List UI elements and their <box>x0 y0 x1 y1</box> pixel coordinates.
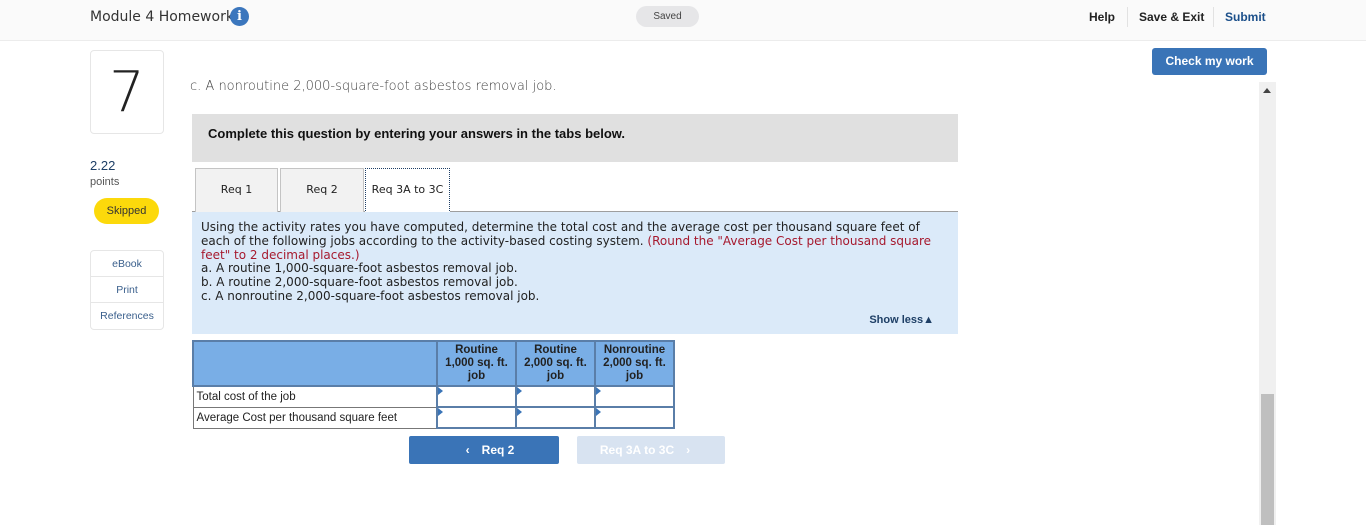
cell-flag-icon <box>517 408 522 416</box>
table-header-blank <box>192 340 438 387</box>
save-exit-link[interactable]: Save & Exit <box>1139 10 1204 24</box>
tab-req-1[interactable]: Req 1 <box>195 168 278 212</box>
answer-cell[interactable] <box>515 385 596 408</box>
print-link[interactable]: Print <box>91 277 163 303</box>
divider <box>1213 7 1214 27</box>
question-number: 7 <box>90 50 164 134</box>
answer-cell[interactable] <box>436 385 517 408</box>
module-title: Module 4 Homework <box>90 9 234 25</box>
cell-flag-icon <box>438 387 443 395</box>
column-header: Routine 2,000 sq. ft. job <box>515 340 596 387</box>
cell-flag-icon <box>596 408 601 416</box>
show-less-link[interactable]: Show less▲ <box>869 314 934 326</box>
answer-table: Routine 1,000 sq. ft. job Routine 2,000 sq.… <box>192 340 675 429</box>
help-link[interactable]: Help <box>1089 10 1115 24</box>
show-less-label: Show less <box>869 314 924 326</box>
avg-cost-nonroutine-2000-input[interactable] <box>596 408 673 427</box>
requirement-panel: Using the activity rates you have comput… <box>192 212 958 334</box>
answer-cell[interactable] <box>594 385 675 408</box>
cell-flag-icon <box>438 408 443 416</box>
prev-req-button[interactable]: ‹ Req 2 <box>409 436 559 464</box>
avg-cost-routine-2000-input[interactable] <box>517 408 594 427</box>
cell-flag-icon <box>517 387 522 395</box>
instruction-text: Complete this question by entering your … <box>208 126 626 141</box>
check-my-work-button[interactable]: Check my work <box>1152 48 1267 75</box>
saved-status: Saved <box>636 6 699 27</box>
top-bar: Module 4 Homework i Saved Help Save & Ex… <box>0 0 1366 41</box>
references-link[interactable]: References <box>91 303 163 329</box>
next-req-button[interactable]: Req 3A to 3C › <box>577 436 725 464</box>
cell-flag-icon <box>596 387 601 395</box>
total-cost-nonroutine-2000-input[interactable] <box>596 387 673 406</box>
requirement-item-a: a. A routine 1,000-square-foot asbestos … <box>201 261 518 276</box>
requirement-tabs: Req 1 Req 2 Req 3A to 3C <box>192 168 958 213</box>
scrollbar-thumb[interactable] <box>1261 394 1274 525</box>
answer-cell[interactable] <box>515 406 596 429</box>
requirement-text: Using the activity rates you have comput… <box>201 220 951 304</box>
question-text: c. A nonroutine 2,000-square-foot asbest… <box>190 79 557 94</box>
column-header: Nonroutine 2,000 sq. ft. job <box>594 340 675 387</box>
row-label: Average Cost per thousand square feet <box>192 406 438 429</box>
instruction-band: Complete this question by entering your … <box>192 114 958 162</box>
info-icon[interactable]: i <box>230 7 249 26</box>
requirement-item-b: b. A routine 2,000-square-foot asbestos … <box>201 275 518 290</box>
scrollbar[interactable] <box>1259 82 1276 525</box>
submit-link[interactable]: Submit <box>1225 10 1266 24</box>
scroll-up-arrow-icon[interactable] <box>1263 88 1271 93</box>
ebook-link[interactable]: eBook <box>91 251 163 277</box>
total-cost-routine-2000-input[interactable] <box>517 387 594 406</box>
next-req-label: Req 3A to 3C <box>599 443 675 457</box>
answer-cell[interactable] <box>594 406 675 429</box>
row-label: Total cost of the job <box>192 385 438 408</box>
requirement-item-c: c. A nonroutine 2,000-square-foot asbest… <box>201 288 540 303</box>
table-row: Average Cost per thousand square feet <box>192 406 675 429</box>
answer-cell[interactable] <box>436 406 517 429</box>
triangle-up-icon: ▲ <box>923 314 934 326</box>
points-label: points <box>90 176 120 188</box>
column-header: Routine 1,000 sq. ft. job <box>436 340 517 387</box>
total-cost-routine-1000-input[interactable] <box>438 387 515 406</box>
chevron-left-icon: ‹ <box>465 443 470 457</box>
avg-cost-routine-1000-input[interactable] <box>438 408 515 427</box>
chevron-right-icon: › <box>686 443 691 457</box>
points-value: 2.22 <box>90 158 116 173</box>
status-badge: Skipped <box>94 198 159 224</box>
prev-req-label: Req 2 <box>481 443 515 457</box>
resource-links: eBook Print References <box>90 250 164 330</box>
tab-req-2[interactable]: Req 2 <box>280 168 364 212</box>
table-header-row: Routine 1,000 sq. ft. job Routine 2,000 sq.… <box>192 340 675 387</box>
tab-req-3a-to-3c[interactable]: Req 3A to 3C <box>365 168 450 213</box>
divider <box>1127 7 1128 27</box>
table-row: Total cost of the job <box>192 385 675 408</box>
